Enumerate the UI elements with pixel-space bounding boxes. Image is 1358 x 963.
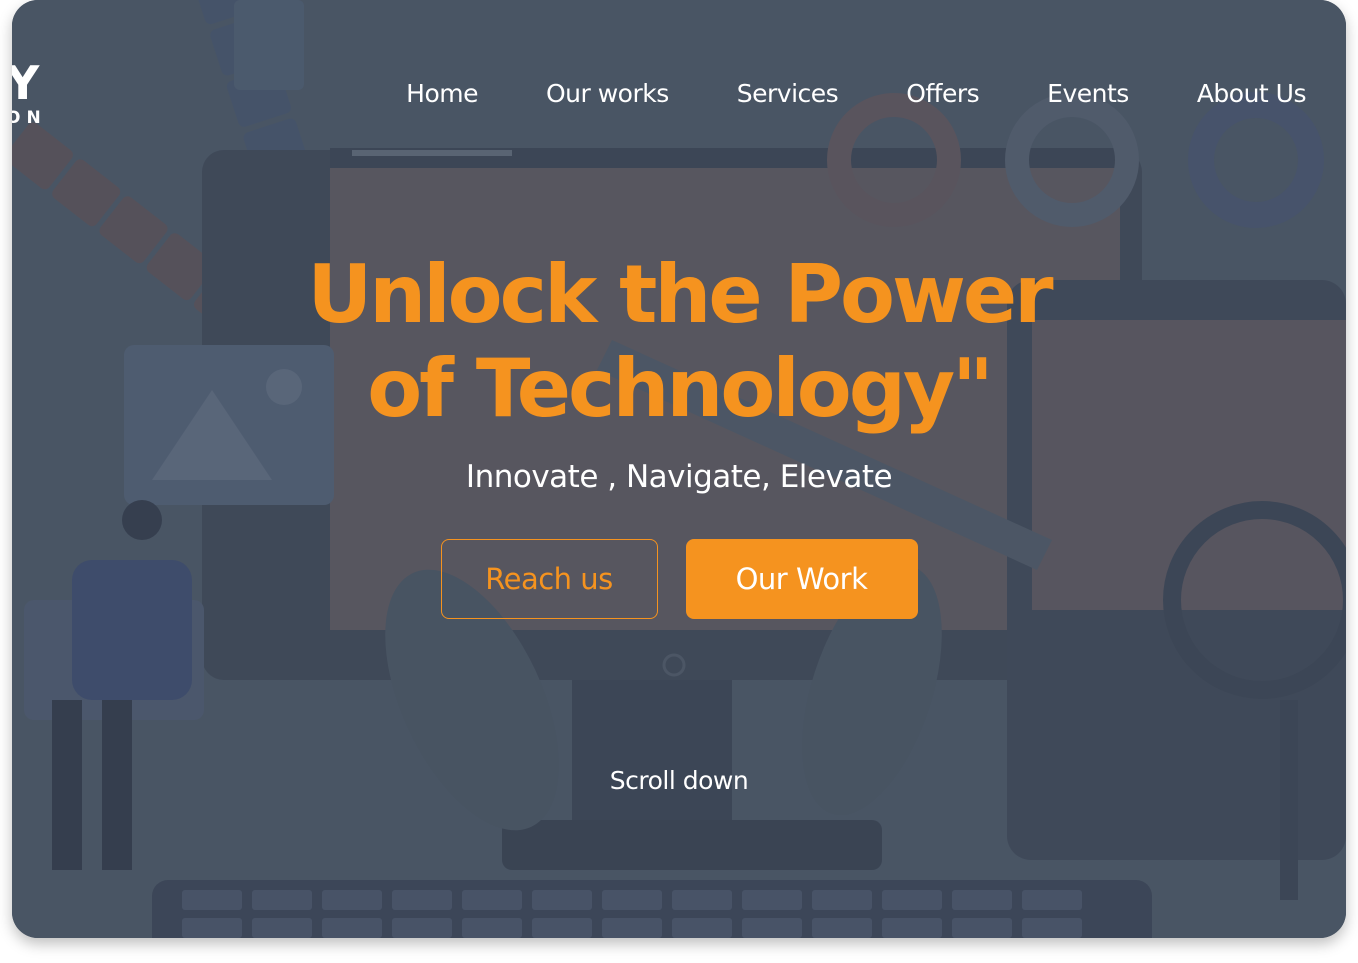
nav-item-home[interactable]: Home xyxy=(406,78,478,110)
logo-wordmark: Y xyxy=(12,56,41,110)
nav-item-our-works[interactable]: Our works xyxy=(546,78,669,110)
nav-item-services[interactable]: Services xyxy=(737,78,839,110)
hero-buttons: Reach us Our Work xyxy=(12,539,1346,619)
main-navigation: Home Our works Services Offers Events Ab… xyxy=(406,78,1306,110)
reach-us-button[interactable]: Reach us xyxy=(440,539,658,619)
nav-item-events[interactable]: Events xyxy=(1047,78,1129,110)
hero-tagline: Innovate , Navigate, Elevate xyxy=(465,459,893,495)
logo-subtext: ON xyxy=(12,108,47,128)
scroll-down-link[interactable]: Scroll down xyxy=(12,766,1346,795)
nav-item-offers[interactable]: Offers xyxy=(906,78,979,110)
brand-logo[interactable]: Y ON xyxy=(12,60,47,128)
nav-item-about-us[interactable]: About Us xyxy=(1197,78,1307,110)
hero-content: Unlock the Power of Technology" Innovate… xyxy=(12,248,1346,496)
hero-title: Unlock the Power of Technology" xyxy=(12,248,1346,436)
our-work-button[interactable]: Our Work xyxy=(685,539,918,619)
hero-title-line-1: Unlock the Power xyxy=(307,248,1053,341)
hero-section: Y ON Home Our works Services Offers Even… xyxy=(12,0,1346,938)
hero-title-line-2: of Technology" xyxy=(367,342,994,435)
